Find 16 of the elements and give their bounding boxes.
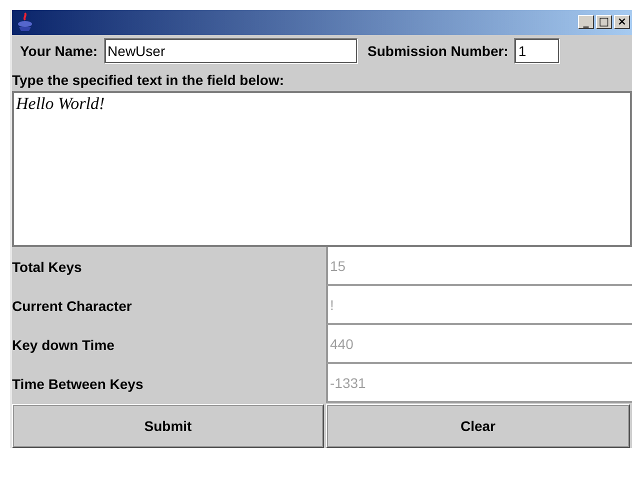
submission-label: Submission Number: (368, 43, 508, 60)
close-button[interactable]: × (614, 15, 630, 30)
app-icon (16, 12, 34, 32)
stat-label: Key down Time (12, 336, 116, 355)
stat-label: Total Keys (12, 258, 83, 277)
stat-label: Time Between Keys (12, 374, 144, 394)
maximize-button[interactable]: □ (596, 15, 612, 30)
name-field[interactable]: NewUser (104, 38, 358, 64)
typing-area[interactable]: Hello World! (12, 90, 632, 247)
name-label: Your Name: (20, 43, 98, 60)
instruction-text: Type the specified text in the field below: (12, 70, 286, 90)
clear-button[interactable]: Clear (326, 404, 630, 448)
submit-button[interactable]: Submit (12, 404, 324, 448)
submission-number-field[interactable]: 1 (514, 38, 560, 64)
minimize-button[interactable]: _ (578, 15, 594, 30)
stat-label: Current Character (12, 296, 133, 316)
